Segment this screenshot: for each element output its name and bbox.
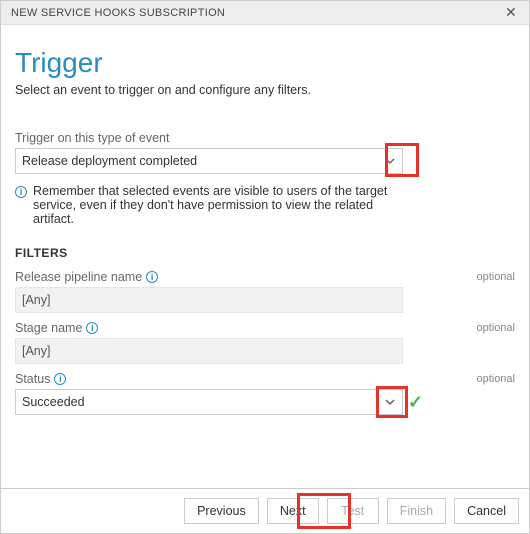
cancel-button[interactable]: Cancel xyxy=(454,498,519,524)
event-type-select[interactable]: Release deployment completed xyxy=(15,148,403,174)
chevron-down-icon xyxy=(378,149,402,173)
event-type-value: Release deployment completed xyxy=(22,154,197,168)
remember-note: i Remember that selected events are visi… xyxy=(15,184,403,226)
window-title: NEW SERVICE HOOKS SUBSCRIPTION xyxy=(11,7,225,19)
status-select[interactable]: Succeeded xyxy=(15,389,403,415)
info-icon: i xyxy=(146,271,158,283)
finish-button[interactable]: Finish xyxy=(387,498,446,524)
stage-field: Stage name i optional [Any] xyxy=(15,321,515,364)
event-type-field: Trigger on this type of event Release de… xyxy=(15,131,515,174)
status-label: Status xyxy=(15,372,50,386)
test-button[interactable]: Test xyxy=(327,498,379,524)
info-icon: i xyxy=(86,322,98,334)
checkmark-icon: ✓ xyxy=(408,392,423,413)
dialog-footer: Previous Next Test Finish Cancel xyxy=(1,488,529,533)
pipeline-value: [Any] xyxy=(22,293,51,307)
info-icon: i xyxy=(54,373,66,385)
page-title: Trigger xyxy=(15,47,515,79)
stage-label: Stage name xyxy=(15,321,82,335)
optional-tag: optional xyxy=(476,271,515,283)
optional-tag: optional xyxy=(476,322,515,334)
event-type-label: Trigger on this type of event xyxy=(15,131,169,145)
optional-tag: optional xyxy=(476,373,515,385)
previous-button[interactable]: Previous xyxy=(184,498,259,524)
pipeline-field: Release pipeline name i optional [Any] xyxy=(15,270,515,313)
page-subtitle: Select an event to trigger on and config… xyxy=(15,83,515,97)
stage-value: [Any] xyxy=(22,344,51,358)
title-bar: NEW SERVICE HOOKS SUBSCRIPTION ✕ xyxy=(1,1,529,25)
pipeline-label: Release pipeline name xyxy=(15,270,142,284)
status-value: Succeeded xyxy=(22,395,85,409)
status-field: Status i optional Succeeded ✓ xyxy=(15,372,515,415)
pipeline-select[interactable]: [Any] xyxy=(15,287,403,313)
next-button[interactable]: Next xyxy=(267,498,319,524)
info-icon: i xyxy=(15,186,27,198)
dialog-content: Trigger Select an event to trigger on an… xyxy=(1,25,529,415)
remember-text: Remember that selected events are visibl… xyxy=(33,184,403,226)
stage-select[interactable]: [Any] xyxy=(15,338,403,364)
filters-heading: FILTERS xyxy=(15,246,515,260)
chevron-down-icon xyxy=(378,390,402,414)
close-icon[interactable]: ✕ xyxy=(501,4,521,21)
